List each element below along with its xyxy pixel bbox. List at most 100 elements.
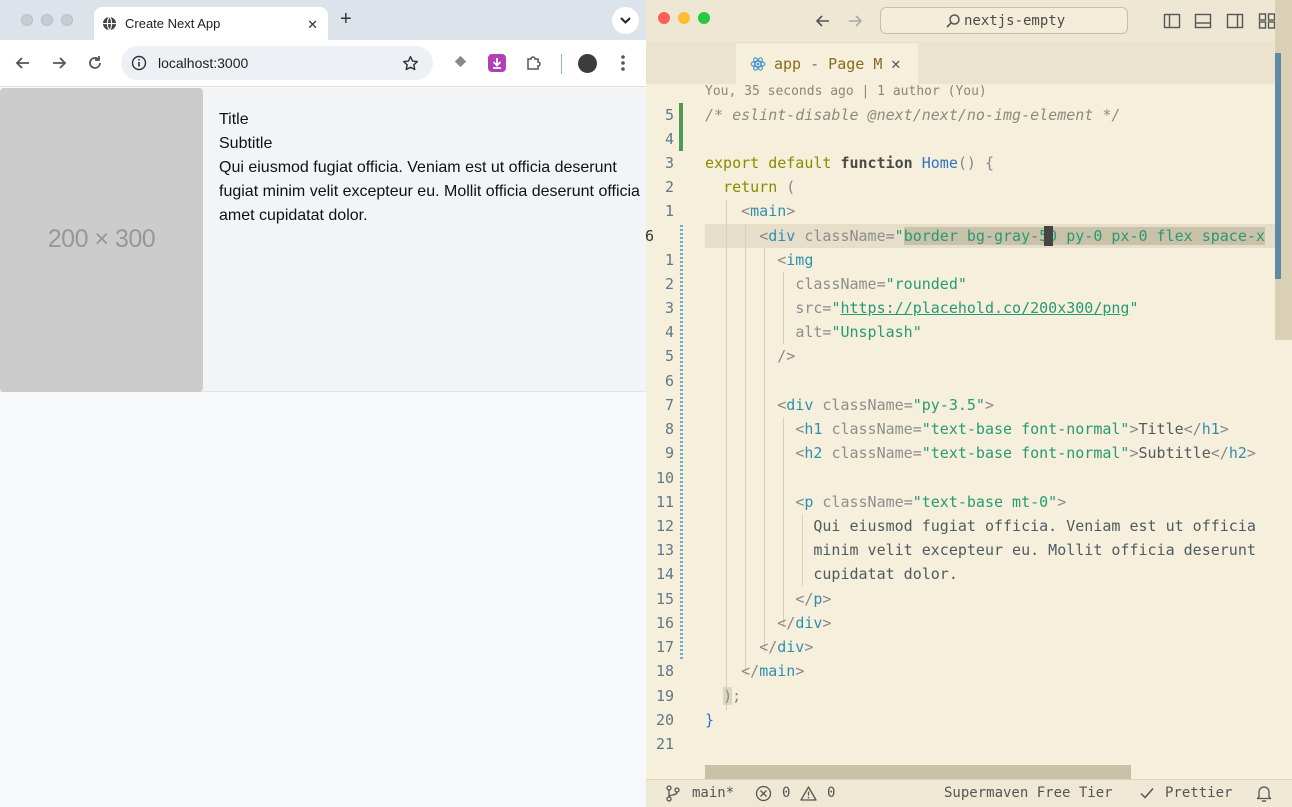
search-icon [945, 13, 961, 29]
code-line[interactable]: /* eslint-disable @next/next/no-img-elem… [705, 103, 1120, 127]
code-area[interactable]: 5 4 3 2 1 6 1 2 3 4 5 6 7 8 9 10 11 12 1… [646, 103, 1292, 765]
tab-search-button[interactable] [612, 7, 639, 34]
browser-toolbar: localhost:3000 [0, 40, 646, 87]
line-number: 1 [664, 251, 674, 269]
card-subtitle: Subtitle [219, 135, 273, 152]
scrollbar-thumb-vertical[interactable] [1275, 53, 1281, 279]
line-number: 2 [664, 178, 674, 196]
content-card: 200 × 300 Title Subtitle Qui eiusmod fug… [0, 88, 646, 392]
forward-arrow-icon[interactable] [846, 12, 864, 30]
tab-close-icon[interactable]: ✕ [307, 17, 318, 33]
code-line[interactable]: className="rounded" [705, 272, 967, 296]
warning-icon[interactable] [800, 785, 817, 802]
address-bar[interactable]: localhost:3000 [121, 46, 433, 80]
workspace-name: nextjs-empty [964, 13, 1066, 29]
line-number: 20 [655, 711, 674, 729]
new-tab-button[interactable]: + [340, 9, 352, 29]
code-line[interactable]: </p> [705, 587, 831, 611]
supermaven-status[interactable]: Supermaven Free Tier [944, 785, 1113, 801]
bookmark-star-icon[interactable] [402, 55, 419, 72]
forward-arrow-icon[interactable] [50, 54, 68, 72]
code-line[interactable]: src="https://placehold.co/200x300/png" [705, 296, 1138, 320]
code-line[interactable]: Qui eiusmod fugiat officia. Veniam est u… [705, 514, 1256, 538]
toggle-secondary-sidebar-icon[interactable] [1226, 12, 1244, 30]
window-close-button[interactable] [21, 14, 33, 26]
window-minimize-button[interactable] [41, 14, 53, 26]
globe-icon [102, 16, 117, 31]
line-number: 19 [655, 687, 674, 705]
reload-icon[interactable] [86, 54, 104, 72]
code-line[interactable]: <h1 className="text-base font-normal">Ti… [705, 417, 1229, 441]
code-line[interactable]: /> [705, 344, 795, 368]
git-branch-label[interactable]: main* [692, 785, 734, 801]
line-number: 9 [664, 444, 674, 462]
scrollbar-thumb-horizontal[interactable] [705, 765, 1131, 779]
card-title: Title [219, 111, 249, 128]
code-editor-window: nextjs-empty app - Page M ✕ You, 35 seco… [646, 0, 1292, 807]
window-zoom-button[interactable] [61, 14, 73, 26]
code-line[interactable]: cupidatat dolor. [705, 562, 958, 586]
download-extension-icon[interactable] [488, 54, 506, 72]
browser-tab[interactable]: Create Next App ✕ [94, 7, 328, 40]
code-line[interactable]: } [705, 708, 714, 732]
placeholder-image: 200 × 300 [0, 88, 203, 392]
back-arrow-icon[interactable] [814, 12, 832, 30]
code-line[interactable]: <div className="border bg-gray-50 py-0 p… [705, 224, 1265, 248]
code-line[interactable]: ); [705, 684, 741, 708]
editor-tab-title: app - Page M [774, 55, 883, 73]
prettier-status[interactable]: Prettier [1165, 785, 1232, 801]
customize-layout-icon[interactable] [1258, 12, 1276, 30]
code-line[interactable]: <h2 className="text-base font-normal">Su… [705, 441, 1256, 465]
toggle-sidebar-icon[interactable] [1163, 12, 1181, 30]
extension-diamond-icon[interactable] [453, 54, 468, 69]
command-center-search[interactable]: nextjs-empty [880, 7, 1128, 34]
warning-count[interactable]: 0 [827, 785, 835, 801]
code-line[interactable]: <div className="py-3.5"> [705, 393, 994, 417]
text-cursor [1044, 226, 1053, 246]
line-number: 3 [664, 154, 674, 172]
url-text: localhost:3000 [158, 55, 249, 71]
line-number: 10 [655, 469, 674, 487]
bell-icon[interactable] [1256, 785, 1272, 802]
code-line[interactable]: <main> [705, 199, 795, 223]
browser-tab-strip: Create Next App ✕ + [0, 0, 646, 40]
kebab-menu-icon[interactable] [619, 53, 627, 73]
editor-title-bar: nextjs-empty [646, 0, 1292, 42]
editor-tab-page[interactable]: app - Page M ✕ [736, 42, 918, 84]
error-count[interactable]: 0 [782, 785, 790, 801]
toolbar-divider [561, 54, 562, 74]
line-number: 4 [664, 130, 674, 148]
code-line[interactable]: minim velit excepteur eu. Mollit officia… [705, 538, 1256, 562]
extensions-puzzle-icon[interactable] [525, 54, 543, 72]
window-close-button[interactable] [658, 12, 670, 24]
line-number: 6 [664, 372, 674, 390]
line-number: 18 [655, 662, 674, 680]
toggle-panel-icon[interactable] [1194, 12, 1212, 30]
card-paragraph: Qui eiusmod fugiat officia. Veniam est u… [219, 159, 640, 224]
code-line[interactable]: alt="Unsplash" [705, 320, 921, 344]
error-icon[interactable] [755, 785, 772, 802]
code-line[interactable]: </main> [705, 659, 804, 683]
site-info-icon[interactable] [131, 55, 147, 71]
code-line[interactable]: return ( [705, 175, 795, 199]
line-number: 8 [664, 420, 674, 438]
line-number: 17 [655, 638, 674, 656]
git-branch-icon[interactable] [666, 785, 680, 802]
code-line[interactable]: <img [705, 248, 813, 272]
tab-title: Create Next App [125, 16, 221, 31]
window-minimize-button[interactable] [678, 12, 690, 24]
window-zoom-button[interactable] [698, 12, 710, 24]
line-number: 16 [655, 614, 674, 632]
code-line[interactable]: export default function Home() { [705, 151, 994, 175]
profile-avatar[interactable] [578, 54, 597, 73]
line-number: 14 [655, 565, 674, 583]
code-line[interactable]: </div> [705, 611, 831, 635]
code-line[interactable]: <p className="text-base mt-0"> [705, 490, 1066, 514]
line-number: 15 [655, 590, 674, 608]
code-line[interactable]: </div> [705, 635, 813, 659]
back-arrow-icon[interactable] [14, 54, 32, 72]
line-number: 7 [664, 396, 674, 414]
tab-close-icon[interactable]: ✕ [891, 54, 901, 73]
page-viewport: 200 × 300 Title Subtitle Qui eiusmod fug… [0, 88, 646, 807]
line-number: 5 [664, 347, 674, 365]
